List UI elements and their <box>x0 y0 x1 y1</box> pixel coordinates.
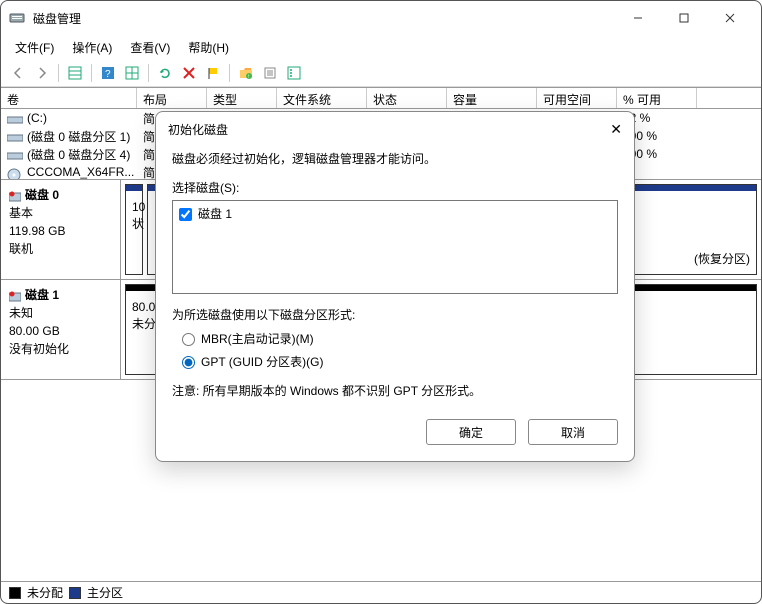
ok-button[interactable]: 确定 <box>426 419 516 445</box>
disk-size: 119.98 GB <box>9 222 112 240</box>
view-list-icon[interactable] <box>64 62 86 84</box>
titlebar[interactable]: 磁盘管理 <box>1 1 761 35</box>
close-button[interactable] <box>707 3 753 33</box>
mbr-radio[interactable] <box>182 333 195 346</box>
col-capacity[interactable]: 容量 <box>447 88 537 108</box>
initialize-disk-dialog: 初始化磁盘 ✕ 磁盘必须经过初始化，逻辑磁盘管理器才能访问。 选择磁盘(S): … <box>155 111 635 462</box>
partition[interactable]: 10 状 <box>125 184 143 275</box>
volume-name: (磁盘 0 磁盘分区 1) <box>27 130 130 144</box>
disk-kind: 基本 <box>9 204 112 222</box>
flag-icon[interactable] <box>202 62 224 84</box>
separator <box>148 64 149 82</box>
dialog-message: 磁盘必须经过初始化，逻辑磁盘管理器才能访问。 <box>172 150 618 169</box>
column-headers: 卷 布局 类型 文件系统 状态 容量 可用空间 % 可用 <box>1 87 761 109</box>
disk-name: 磁盘 1 <box>25 288 59 302</box>
disk-kind: 未知 <box>9 304 112 322</box>
menu-file[interactable]: 文件(F) <box>7 36 62 59</box>
col-layout[interactable]: 布局 <box>137 88 207 108</box>
dialog-note: 注意: 所有早期版本的 Windows 都不识别 GPT 分区形式。 <box>172 382 618 401</box>
col-pctfree[interactable]: % 可用 <box>617 88 697 108</box>
dialog-body: 磁盘必须经过初始化，逻辑磁盘管理器才能访问。 选择磁盘(S): 磁盘 1 为所选… <box>156 146 634 461</box>
disk-size: 80.00 GB <box>9 322 112 340</box>
maximize-button[interactable] <box>661 3 707 33</box>
app-icon <box>9 10 25 26</box>
separator <box>229 64 230 82</box>
disk-state: 没有初始化 <box>9 340 112 358</box>
mbr-option[interactable]: MBR(主启动记录)(M) <box>182 330 618 349</box>
drive-icon <box>7 132 23 142</box>
partition-style-label: 为所选磁盘使用以下磁盘分区形式: <box>172 306 618 325</box>
legend-label: 未分配 <box>27 584 63 601</box>
menu-view[interactable]: 查看(V) <box>122 36 178 59</box>
volume-name: (磁盘 0 磁盘分区 4) <box>27 148 130 162</box>
disk-option-label: 磁盘 1 <box>198 205 232 224</box>
col-volume[interactable]: 卷 <box>1 88 137 108</box>
disk-state: 联机 <box>9 240 112 258</box>
disk-name: 磁盘 0 <box>25 188 59 202</box>
status-icon <box>9 190 21 202</box>
disk-management-window: 磁盘管理 文件(F) 操作(A) 查看(V) 帮助(H) ? ↑ 卷 布局 类型… <box>0 0 762 604</box>
help-icon[interactable]: ? <box>97 62 119 84</box>
stripe <box>126 185 142 191</box>
menu-help[interactable]: 帮助(H) <box>180 36 237 59</box>
minimize-button[interactable] <box>615 3 661 33</box>
col-status[interactable]: 状态 <box>367 88 447 108</box>
gpt-radio[interactable] <box>182 356 195 369</box>
col-free[interactable]: 可用空间 <box>537 88 617 108</box>
delete-icon[interactable] <box>178 62 200 84</box>
status-icon <box>9 290 21 302</box>
mbr-label: MBR(主启动记录)(M) <box>201 330 314 349</box>
view-grid-icon[interactable] <box>121 62 143 84</box>
settings-list-icon[interactable] <box>283 62 305 84</box>
col-fs[interactable]: 文件系统 <box>277 88 367 108</box>
menubar: 文件(F) 操作(A) 查看(V) 帮助(H) <box>1 35 761 59</box>
volume-name: CCCOMA_X64FR... <box>27 165 134 179</box>
menu-action[interactable]: 操作(A) <box>64 36 120 59</box>
legend-label: 主分区 <box>87 584 123 601</box>
drive-icon <box>7 114 23 124</box>
partition-label: (恢复分区) <box>694 251 750 268</box>
window-controls <box>615 3 753 33</box>
disc-icon <box>7 168 23 178</box>
back-button[interactable] <box>7 62 29 84</box>
disk-info: 磁盘 0 基本 119.98 GB 联机 <box>1 180 121 279</box>
svg-text:↑: ↑ <box>247 74 250 80</box>
disk-checkbox[interactable] <box>179 208 192 221</box>
dialog-buttons: 确定 取消 <box>172 419 618 445</box>
volume-name: (C:) <box>27 111 47 125</box>
toolbar: ? ↑ <box>1 59 761 87</box>
cancel-button[interactable]: 取消 <box>528 419 618 445</box>
drive-icon <box>7 150 23 160</box>
gpt-label: GPT (GUID 分区表)(G) <box>201 353 323 372</box>
gpt-option[interactable]: GPT (GUID 分区表)(G) <box>182 353 618 372</box>
disk-option[interactable]: 磁盘 1 <box>179 205 611 224</box>
legend: 未分配 主分区 <box>1 581 761 603</box>
separator <box>58 64 59 82</box>
properties-icon[interactable] <box>259 62 281 84</box>
forward-button[interactable] <box>31 62 53 84</box>
dialog-titlebar[interactable]: 初始化磁盘 ✕ <box>156 112 634 146</box>
col-type[interactable]: 类型 <box>207 88 277 108</box>
legend-swatch-unalloc <box>9 587 21 599</box>
folder-icon[interactable]: ↑ <box>235 62 257 84</box>
refresh-icon[interactable] <box>154 62 176 84</box>
disk-info: 磁盘 1 未知 80.00 GB 没有初始化 <box>1 280 121 379</box>
disk-select-list[interactable]: 磁盘 1 <box>172 200 618 294</box>
dialog-title: 初始化磁盘 <box>168 121 610 138</box>
dialog-close-button[interactable]: ✕ <box>610 121 622 138</box>
window-title: 磁盘管理 <box>33 10 615 27</box>
select-disk-label: 选择磁盘(S): <box>172 179 618 198</box>
svg-text:?: ? <box>105 69 111 80</box>
separator <box>91 64 92 82</box>
legend-swatch-primary <box>69 587 81 599</box>
